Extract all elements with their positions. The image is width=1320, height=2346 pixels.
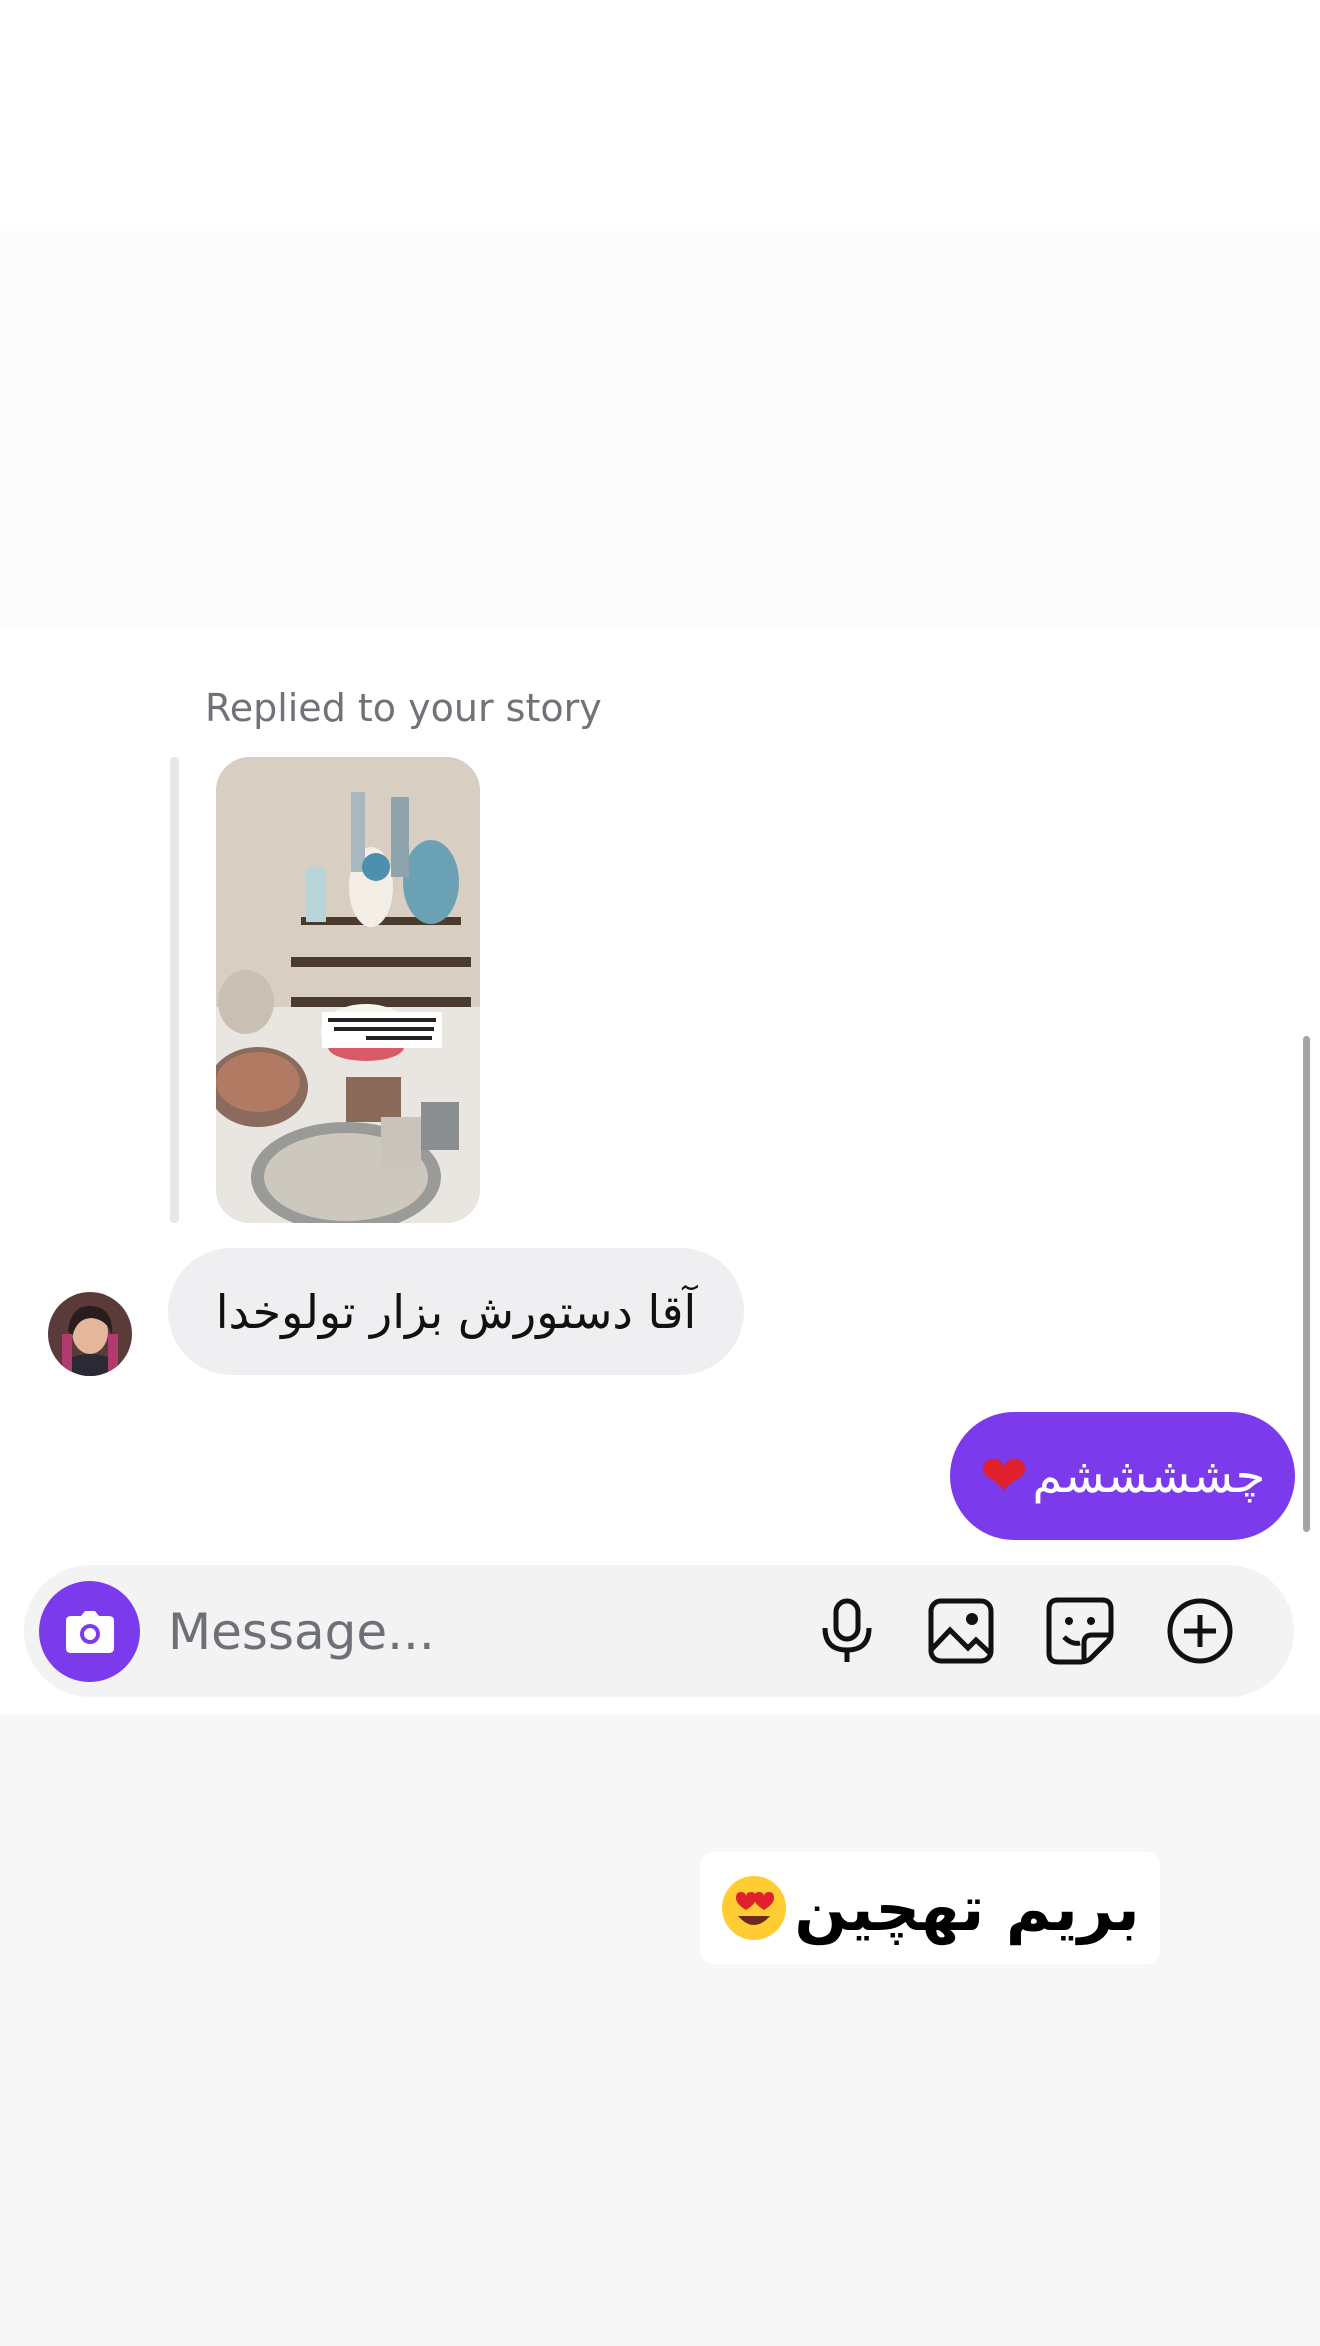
top-empty-area bbox=[0, 0, 1320, 630]
sticker-button[interactable] bbox=[1044, 1595, 1116, 1667]
story-text-sticker: بریم تهچین bbox=[700, 1852, 1160, 1964]
sticker-text: بریم تهچین bbox=[794, 1871, 1140, 1945]
plus-circle-icon bbox=[1167, 1598, 1233, 1664]
sticker-icon bbox=[1046, 1597, 1114, 1665]
story-preview-area bbox=[0, 1715, 1320, 2346]
incoming-message-text: آقا دستورش بزار تولوخدا bbox=[215, 1284, 697, 1339]
microphone-button[interactable] bbox=[811, 1595, 883, 1667]
chat-thread bbox=[0, 630, 1320, 1715]
gallery-icon bbox=[928, 1598, 994, 1664]
message-input[interactable] bbox=[166, 1595, 770, 1669]
story-thumbnail[interactable] bbox=[216, 757, 480, 1223]
reply-indicator-bar bbox=[170, 757, 179, 1223]
heart-emoji: ❤ bbox=[979, 1442, 1029, 1510]
microphone-icon bbox=[822, 1598, 872, 1662]
camera-icon bbox=[65, 1610, 114, 1653]
camera-button[interactable] bbox=[39, 1581, 140, 1682]
more-button[interactable] bbox=[1164, 1595, 1236, 1667]
avatar[interactable] bbox=[48, 1292, 132, 1376]
message-composer bbox=[24, 1565, 1294, 1697]
incoming-message-bubble[interactable]: آقا دستورش بزار تولوخدا bbox=[168, 1248, 744, 1375]
reply-caption: Replied to your story bbox=[205, 686, 602, 730]
gallery-button[interactable] bbox=[925, 1595, 997, 1667]
heart-eyes-emoji-icon bbox=[722, 1876, 787, 1940]
scrollbar[interactable] bbox=[1303, 1036, 1310, 1532]
outgoing-message-bubble[interactable]: چششششم ❤ bbox=[950, 1412, 1295, 1540]
outgoing-message-text: چششششم bbox=[1032, 1448, 1266, 1504]
